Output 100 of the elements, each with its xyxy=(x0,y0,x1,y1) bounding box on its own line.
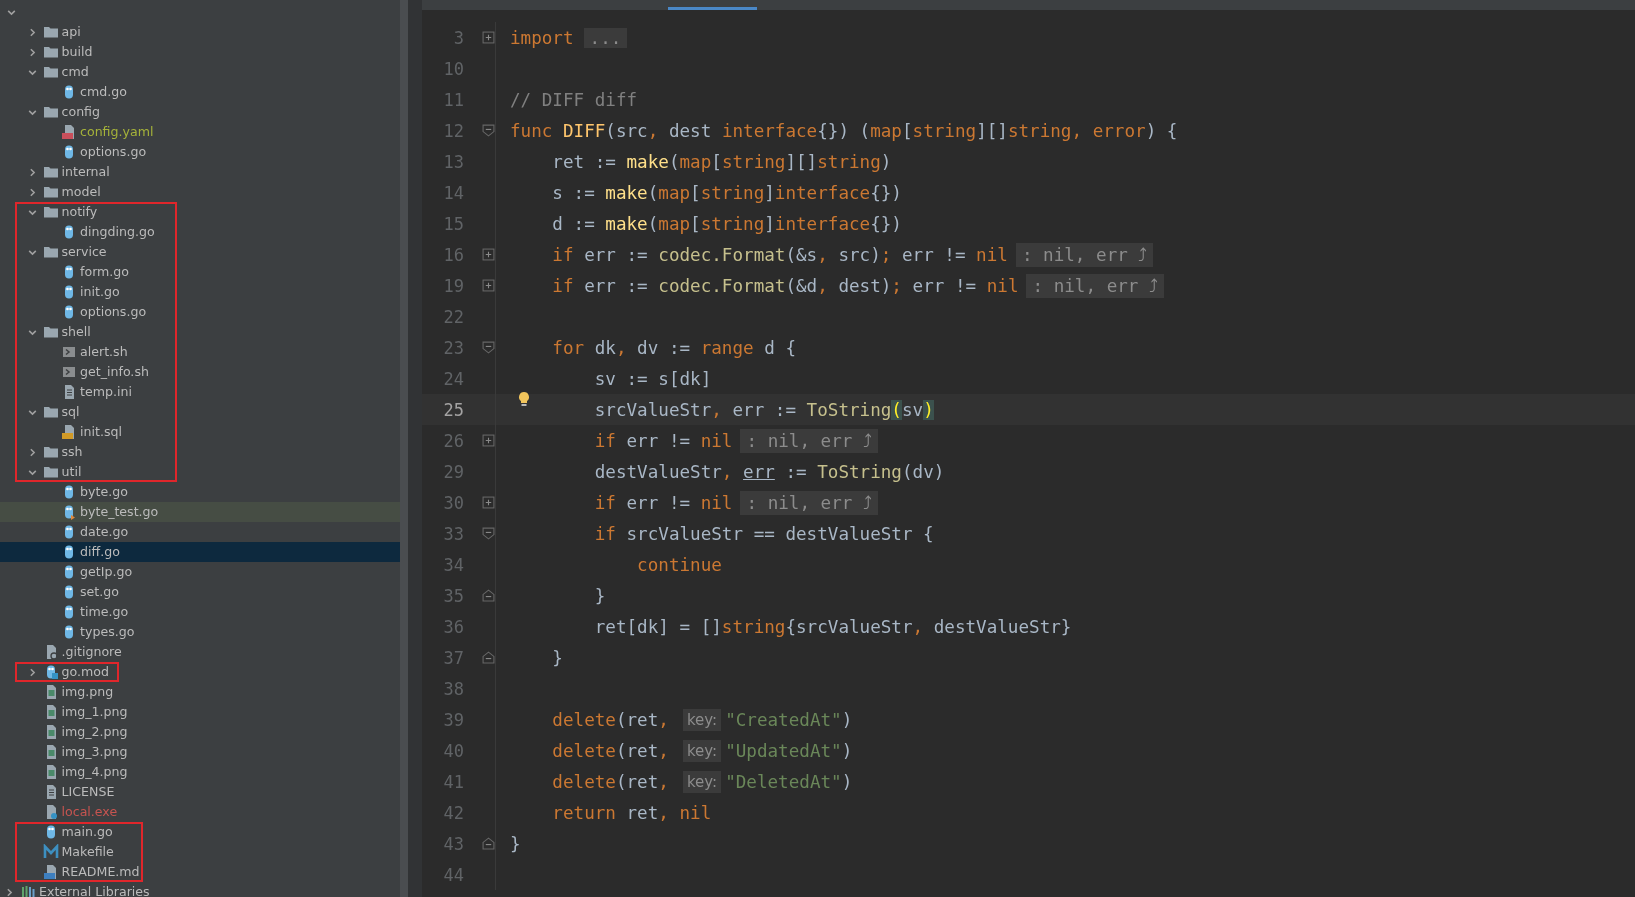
file-name[interactable]: form.go xyxy=(80,264,130,280)
tree-row[interactable]: Makefile xyxy=(0,842,400,862)
line-number: 16 xyxy=(442,244,464,265)
expand-fold-icon[interactable] xyxy=(482,279,495,292)
expand-fold-icon[interactable] xyxy=(482,248,495,261)
tree-row[interactable]: date.go xyxy=(0,522,400,542)
lightbulb-icon[interactable] xyxy=(518,390,530,407)
tree-row[interactable]: diff.go xyxy=(0,542,400,562)
tree-row[interactable]: set.go xyxy=(0,582,400,602)
file-name[interactable]: cmd.go xyxy=(80,84,127,100)
file-name[interactable]: date.go xyxy=(80,524,129,540)
tree-row[interactable]: model xyxy=(0,182,400,202)
tree-row[interactable]: byte_test.go xyxy=(0,502,400,522)
file-name[interactable]: options.go xyxy=(80,304,147,320)
folder-name[interactable]: api xyxy=(61,24,81,40)
file-name[interactable]: go.mod xyxy=(61,664,109,680)
expand-fold-icon[interactable] xyxy=(482,496,495,509)
tree-row[interactable]: LICENSE xyxy=(0,782,400,802)
tree-row[interactable]: api xyxy=(0,22,400,42)
tree-row[interactable]: ssh xyxy=(0,442,400,462)
tree-row[interactable]: go.mod xyxy=(0,662,400,682)
tree-row[interactable]: byte.go xyxy=(0,482,400,502)
file-name[interactable]: types.go xyxy=(80,624,135,640)
tree-row[interactable]: img.png xyxy=(0,682,400,702)
folder-name[interactable]: sql xyxy=(61,404,80,420)
folder-name[interactable]: service xyxy=(61,244,107,260)
file-name[interactable]: main.go xyxy=(61,824,113,840)
tree-row[interactable]: temp.ini xyxy=(0,382,400,402)
tree-row[interactable]: img_3.png xyxy=(0,742,400,762)
collapse-fold-icon[interactable] xyxy=(482,527,495,540)
file-name[interactable]: dingding.go xyxy=(80,224,155,240)
file-name[interactable]: img_4.png xyxy=(61,764,128,780)
tree-row[interactable]: time.go xyxy=(0,602,400,622)
tree-row[interactable]: getIp.go xyxy=(0,562,400,582)
file-name[interactable]: Makefile xyxy=(61,844,114,860)
file-name[interactable]: temp.ini xyxy=(80,384,132,400)
tree-row[interactable]: build xyxy=(0,42,400,62)
file-name[interactable]: get_info.sh xyxy=(80,364,149,380)
folder-name[interactable]: build xyxy=(61,44,93,60)
tree-row[interactable]: get_info.sh xyxy=(0,362,400,382)
file-name[interactable]: alert.sh xyxy=(80,344,128,360)
tree-row[interactable]: options.go xyxy=(0,302,400,322)
file-name[interactable]: README.md xyxy=(61,864,140,880)
folder-name[interactable]: model xyxy=(61,184,101,200)
tree-row[interactable]: alert.sh xyxy=(0,342,400,362)
file-name[interactable]: getIp.go xyxy=(80,564,133,580)
expand-fold-icon[interactable] xyxy=(482,31,495,44)
tree-row[interactable]: cmd xyxy=(0,62,400,82)
tree-row[interactable]: init.go xyxy=(0,282,400,302)
tree-row[interactable]: options.go xyxy=(0,142,400,162)
file-name[interactable]: img_2.png xyxy=(61,724,128,740)
tree-row[interactable]: img_2.png xyxy=(0,722,400,742)
tree-row[interactable]: .gitignore xyxy=(0,642,400,662)
tree-row[interactable]: img_1.png xyxy=(0,702,400,722)
tree-row[interactable]: main.go xyxy=(0,822,400,842)
tree-row[interactable]: dingding.go xyxy=(0,222,400,242)
tree-row[interactable]: util xyxy=(0,462,400,482)
punctuation: , xyxy=(721,461,734,482)
collapse-fold-icon[interactable] xyxy=(482,837,495,850)
file-name[interactable]: img.png xyxy=(61,684,114,700)
collapse-fold-icon[interactable] xyxy=(482,341,495,354)
scrollbar-track[interactable] xyxy=(400,0,422,897)
collapse-fold-icon[interactable] xyxy=(482,589,495,602)
tree-row[interactable]: img_4.png xyxy=(0,762,400,782)
folder-name[interactable]: ssh xyxy=(61,444,83,460)
folder-name[interactable]: config xyxy=(61,104,101,120)
tree-row[interactable]: internal xyxy=(0,162,400,182)
tree-row[interactable]: notify xyxy=(0,202,400,222)
tree-row[interactable]: cmd.go xyxy=(0,82,400,102)
folder-name[interactable]: External Libraries xyxy=(39,884,150,897)
tree-row[interactable]: config.yaml xyxy=(0,122,400,142)
tree-row[interactable]: form.go xyxy=(0,262,400,282)
tree-row[interactable]: config xyxy=(0,102,400,122)
folder-name[interactable]: util xyxy=(61,464,82,480)
file-name[interactable]: img_3.png xyxy=(61,744,128,760)
file-name[interactable]: set.go xyxy=(80,584,119,600)
file-name[interactable]: config.yaml xyxy=(80,124,154,140)
folder-name[interactable]: cmd xyxy=(61,64,89,80)
file-name[interactable]: img_1.png xyxy=(61,704,128,720)
file-name[interactable]: init.sql xyxy=(80,424,122,440)
file-name[interactable]: options.go xyxy=(80,144,147,160)
tree-row[interactable]: service xyxy=(0,242,400,262)
file-name[interactable]: byte.go xyxy=(80,484,128,500)
file-name[interactable]: init.go xyxy=(80,284,120,300)
folder-name[interactable]: notify xyxy=(61,204,98,220)
file-name[interactable]: LICENSE xyxy=(61,784,115,800)
tree-row[interactable]: shell xyxy=(0,322,400,342)
file-name[interactable]: time.go xyxy=(80,604,129,620)
tree-row[interactable]: README.md xyxy=(0,862,400,882)
tree-row[interactable]: types.go xyxy=(0,622,400,642)
file-name[interactable]: .gitignore xyxy=(61,644,122,660)
folder-name[interactable]: internal xyxy=(61,164,110,180)
tree-row[interactable]: init.sql xyxy=(0,422,400,442)
file-name[interactable]: byte_test.go xyxy=(80,504,159,520)
file-name[interactable]: diff.go xyxy=(80,544,120,560)
tree-row[interactable]: sql xyxy=(0,402,400,422)
folder-name[interactable]: shell xyxy=(61,324,91,340)
collapse-fold-icon[interactable] xyxy=(482,651,495,664)
collapse-fold-icon[interactable] xyxy=(482,124,495,137)
expand-fold-icon[interactable] xyxy=(482,434,495,447)
